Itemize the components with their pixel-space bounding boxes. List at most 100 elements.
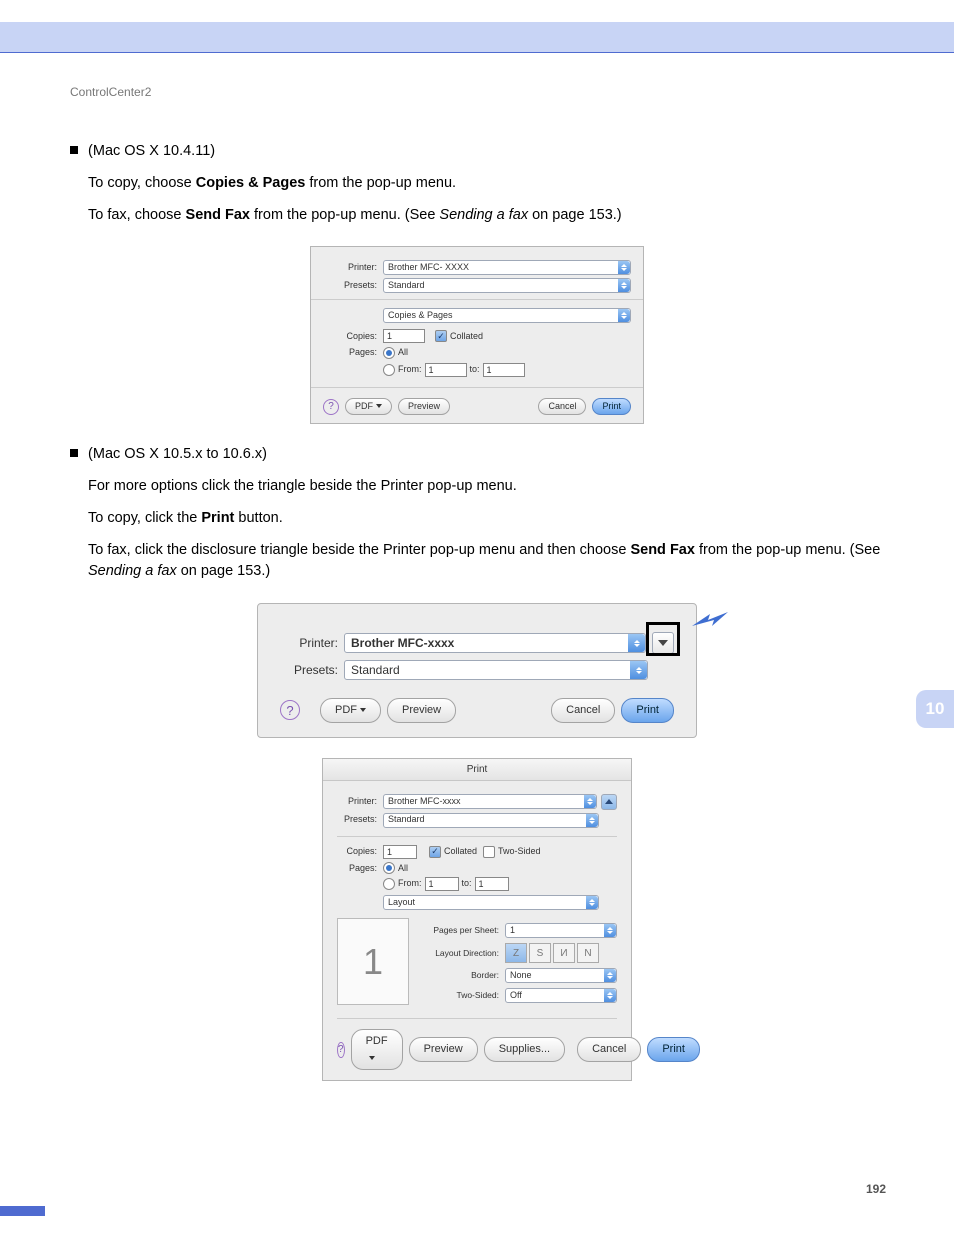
layout-dir-2[interactable]: S — [529, 943, 551, 963]
section-heading-1: (Mac OS X 10.4.11) — [70, 141, 884, 163]
dropdown-arrows-icon — [618, 261, 630, 274]
pdf-button[interactable]: PDF — [345, 398, 392, 416]
heading-text: (Mac OS X 10.5.x to 10.6.x) — [88, 446, 267, 462]
chevron-down-icon — [376, 404, 382, 408]
dropdown-arrows-icon — [604, 969, 616, 982]
border-label: Border: — [421, 969, 505, 982]
disclosure-up-button[interactable] — [601, 794, 617, 810]
dropdown-arrows-icon — [618, 279, 630, 292]
twosided-select[interactable]: Off — [505, 988, 617, 1003]
section2-p2: To copy, click the Print button. — [88, 508, 884, 530]
to-input[interactable]: 1 — [475, 877, 509, 891]
copies-input[interactable]: 1 — [383, 329, 425, 343]
help-icon[interactable]: ? — [323, 399, 339, 415]
print-dialog-mac105-compact: Printer: Brother MFC-xxxx Presets: Stand… — [257, 603, 697, 738]
section-heading-2: (Mac OS X 10.5.x to 10.6.x) — [70, 444, 884, 466]
pdf-button[interactable]: PDF — [320, 698, 381, 723]
printer-select[interactable]: Brother MFC- XXXX — [383, 260, 631, 275]
printer-label: Printer: — [280, 634, 344, 652]
supplies-button[interactable]: Supplies... — [484, 1037, 565, 1062]
help-icon[interactable]: ? — [280, 700, 300, 720]
section1-p1: To copy, choose Copies & Pages from the … — [88, 173, 884, 195]
pages-label: Pages: — [337, 862, 383, 876]
copies-label: Copies: — [337, 845, 383, 859]
dropdown-arrows-icon — [584, 795, 596, 808]
printer-label: Printer: — [337, 795, 383, 809]
dialog-title: Print — [323, 759, 631, 781]
breadcrumb: ControlCenter2 — [70, 83, 884, 101]
presets-select[interactable]: Standard — [344, 660, 648, 680]
twosided-checkbox[interactable] — [483, 846, 495, 858]
dropdown-arrows-icon — [604, 989, 616, 1002]
pages-all-radio[interactable] — [383, 862, 395, 874]
pages-range-radio[interactable] — [383, 878, 395, 890]
presets-select[interactable]: Standard — [383, 278, 631, 293]
pages-label: Pages: — [323, 346, 383, 360]
preview-button[interactable]: Preview — [409, 1037, 478, 1062]
square-bullet-icon — [70, 449, 78, 457]
pages-all-label: All — [398, 346, 408, 360]
twosided-label: Two-Sided — [498, 845, 541, 859]
cancel-button[interactable]: Cancel — [538, 398, 586, 416]
border-select[interactable]: None — [505, 968, 617, 983]
twosided-select-label: Two-Sided: — [421, 989, 505, 1002]
layout-direction-label: Layout Direction: — [421, 947, 505, 960]
dropdown-arrows-icon — [586, 814, 598, 827]
section2-p1: For more options click the triangle besi… — [88, 476, 884, 498]
section2-p3: To fax, click the disclosure triangle be… — [88, 540, 884, 584]
collated-label: Collated — [444, 845, 477, 859]
chevron-down-icon — [369, 1056, 375, 1060]
section1-p2: To fax, choose Send Fax from the pop-up … — [88, 205, 884, 227]
collated-checkbox[interactable]: ✓ — [429, 846, 441, 858]
print-button[interactable]: Print — [621, 698, 674, 723]
presets-select[interactable]: Standard — [383, 813, 599, 828]
dropdown-arrows-icon — [630, 661, 647, 679]
cancel-button[interactable]: Cancel — [577, 1037, 641, 1062]
collated-checkbox[interactable]: ✓ — [435, 330, 447, 342]
printer-select[interactable]: Brother MFC-xxxx — [383, 794, 597, 809]
from-input[interactable]: 1 — [425, 877, 459, 891]
pages-all-radio[interactable] — [383, 347, 395, 359]
dropdown-arrows-icon — [604, 924, 616, 937]
heading-text: (Mac OS X 10.4.11) — [88, 143, 215, 159]
page-number: 192 — [866, 1182, 886, 1196]
to-label: to: — [462, 877, 472, 891]
chevron-down-icon — [360, 708, 366, 712]
presets-label: Presets: — [280, 661, 344, 679]
help-icon[interactable]: ? — [337, 1042, 345, 1058]
to-label: to: — [470, 363, 480, 377]
preview-button[interactable]: Preview — [398, 398, 450, 416]
printer-select[interactable]: Brother MFC-xxxx — [344, 633, 646, 653]
printer-label: Printer: — [323, 261, 383, 275]
pages-all-label: All — [398, 862, 408, 876]
pdf-button[interactable]: PDF — [351, 1029, 403, 1070]
presets-label: Presets: — [323, 279, 383, 293]
page-preview: 1 — [337, 918, 409, 1005]
header-band — [0, 22, 954, 53]
copies-label: Copies: — [323, 330, 383, 344]
layout-dir-4[interactable]: N — [577, 943, 599, 963]
from-label: From: — [398, 363, 422, 377]
square-bullet-icon — [70, 146, 78, 154]
dropdown-arrows-icon — [628, 634, 645, 652]
print-dialog-mac104: Printer: Brother MFC- XXXX Presets: Stan… — [310, 246, 644, 424]
layout-dir-3[interactable]: И — [553, 943, 575, 963]
from-label: From: — [398, 877, 422, 891]
section-select[interactable]: Copies & Pages — [383, 308, 631, 323]
copies-input[interactable]: 1 — [383, 845, 417, 859]
dropdown-arrows-icon — [586, 896, 598, 909]
print-button[interactable]: Print — [592, 398, 631, 416]
from-input[interactable]: 1 — [425, 363, 467, 377]
section-select[interactable]: Layout — [383, 895, 599, 910]
cancel-button[interactable]: Cancel — [551, 698, 615, 723]
to-input[interactable]: 1 — [483, 363, 525, 377]
preview-button[interactable]: Preview — [387, 698, 456, 723]
pages-range-radio[interactable] — [383, 364, 395, 376]
print-button[interactable]: Print — [647, 1037, 700, 1062]
callout-arrow-icon — [692, 610, 728, 632]
callout-highlight — [646, 622, 680, 656]
layout-dir-1[interactable]: Z — [505, 943, 527, 963]
pages-per-sheet-select[interactable]: 1 — [505, 923, 617, 938]
chapter-tab: 10 — [916, 690, 954, 728]
pages-per-sheet-label: Pages per Sheet: — [421, 924, 505, 937]
